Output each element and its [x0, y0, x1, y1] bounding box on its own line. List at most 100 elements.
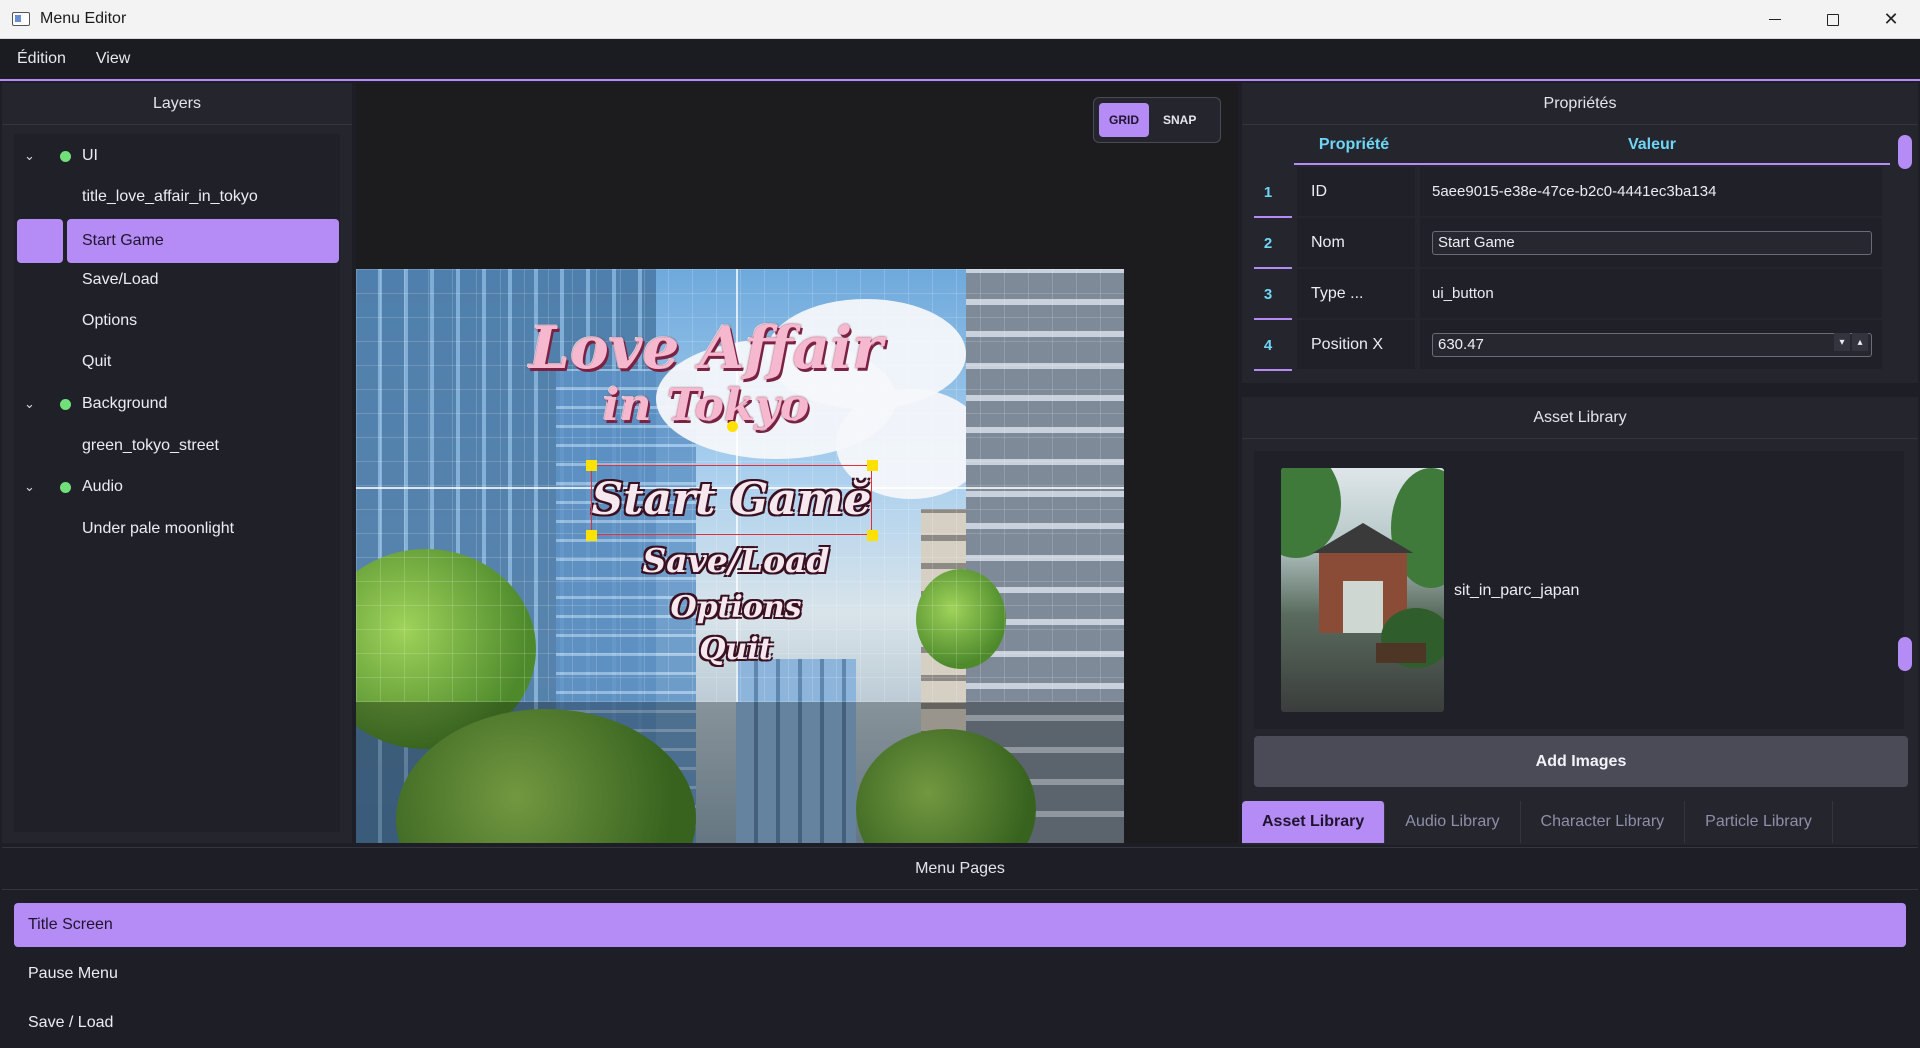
game-title-line2[interactable]: in Tokyo [556, 381, 856, 431]
asset-grid: sit_in_parc_japan [1254, 451, 1904, 729]
layer-group-background[interactable]: ⌄ Background [14, 382, 340, 426]
minimize-button[interactable] [1746, 0, 1804, 39]
column-header-property[interactable]: Propriété [1294, 126, 1414, 165]
tab-audio-library[interactable]: Audio Library [1385, 801, 1521, 843]
menu-pages-title: Menu Pages [2, 848, 1918, 890]
library-tabs: Asset Library Audio Library Character Li… [1242, 801, 1833, 843]
layer-label: UI [82, 147, 98, 164]
property-row: 2 Nom Start Game [1242, 218, 1890, 269]
game-quit-button[interactable]: Quit [586, 631, 886, 669]
layer-selection-marker [17, 219, 63, 263]
asset-scrollbar[interactable] [1898, 637, 1912, 671]
maximize-icon [1827, 13, 1839, 26]
menu-page-item[interactable]: Save / Load [14, 1001, 1906, 1045]
visibility-dot-icon[interactable] [60, 150, 71, 162]
window-titlebar: Menu Editor ✕ [0, 0, 1920, 39]
column-header-value[interactable]: Valeur [1414, 126, 1890, 165]
layer-group-audio[interactable]: ⌄ Audio [14, 465, 340, 509]
layer-label: green_tokyo_street [82, 437, 219, 454]
property-key: Type ... [1297, 269, 1415, 318]
property-key: ID [1297, 167, 1415, 216]
menu-edition[interactable]: Édition [17, 50, 66, 68]
layer-label: Audio [82, 478, 123, 495]
layers-title: Layers [2, 83, 352, 125]
layers-panel: Layers ⌄ UI title_love_affair_in_tokyo S… [2, 83, 352, 843]
menubar: Édition View [0, 39, 1920, 81]
game-title-line1[interactable]: Love Affair [516, 317, 896, 379]
minimize-icon [1769, 18, 1781, 21]
resize-handle-top-right[interactable] [867, 460, 878, 471]
chevron-down-icon[interactable]: ⌄ [24, 396, 35, 412]
layer-label: Under pale moonlight [82, 520, 235, 537]
asset-name: sit_in_parc_japan [1454, 582, 1580, 599]
property-value-text: ui_button [1432, 285, 1494, 302]
asset-thumbnail[interactable] [1281, 468, 1444, 712]
layer-label: Save/Load [82, 271, 159, 288]
resize-handle-top-left[interactable] [586, 460, 597, 471]
spinbox-buttons: ▾ ▴ [1834, 333, 1868, 351]
maximize-button[interactable] [1804, 0, 1862, 39]
layer-item[interactable]: Options [14, 299, 340, 343]
property-value[interactable]: 5aee9015-e38e-47ce-b2c0-4441ec3ba134 [1420, 167, 1882, 216]
row-number: 2 [1242, 218, 1294, 269]
property-value: Start Game [1420, 218, 1882, 267]
layer-item[interactable]: Quit [14, 340, 340, 384]
layer-tree: ⌄ UI title_love_affair_in_tokyo Start Ga… [14, 134, 340, 832]
menu-page-item[interactable]: Pause Menu [14, 952, 1906, 996]
layer-label: Options [82, 312, 138, 329]
spin-down-icon[interactable]: ▾ [1834, 333, 1850, 351]
layer-item[interactable]: Save/Load [14, 258, 340, 302]
window-controls: ✕ [1746, 0, 1920, 39]
layer-item[interactable]: green_tokyo_street [14, 424, 340, 468]
layer-item[interactable]: Under pale moonlight [14, 507, 340, 551]
resize-handle-bottom-right[interactable] [867, 530, 878, 541]
window-title: Menu Editor [40, 10, 127, 27]
property-value: 630.47 ▾ ▴ [1420, 320, 1882, 369]
game-preview[interactable]: Love Affair in Tokyo Start Gamĕ Save/Loa… [356, 269, 1124, 843]
visibility-dot-icon[interactable] [60, 398, 71, 410]
layer-group-ui[interactable]: ⌄ UI [14, 134, 340, 178]
tab-asset-library[interactable]: Asset Library [1242, 801, 1386, 843]
name-field[interactable]: Start Game [1432, 230, 1872, 255]
spin-up-icon[interactable]: ▴ [1852, 333, 1868, 351]
resize-handle-bottom-left[interactable] [586, 530, 597, 541]
editor-canvas[interactable]: GRID SNAP Love Affair in Tokyo Start Gam… [356, 83, 1238, 843]
property-value-text: 5aee9015-e38e-47ce-b2c0-4441ec3ba134 [1432, 183, 1717, 200]
property-row: 1 ID 5aee9015-e38e-47ce-b2c0-4441ec3ba13… [1242, 167, 1890, 218]
menu-pages-panel: Menu Pages Title Screen Pause Menu Save … [2, 847, 1918, 1048]
snap-toggle-button[interactable]: SNAP [1153, 103, 1206, 137]
thumbnail-bench [1376, 643, 1426, 663]
app-icon [12, 12, 30, 26]
menu-view[interactable]: View [96, 50, 130, 68]
layer-item[interactable]: title_love_affair_in_tokyo [14, 175, 340, 219]
property-value[interactable]: ui_button [1420, 269, 1882, 318]
layer-item-selected[interactable]: Start Game [14, 219, 340, 263]
game-options-button[interactable]: Options [586, 589, 886, 627]
asset-library-title: Asset Library [1242, 397, 1918, 439]
rotate-handle[interactable] [727, 421, 738, 432]
layer-label: Quit [82, 353, 112, 370]
grid-toggle-button[interactable]: GRID [1099, 103, 1149, 137]
row-number: 3 [1242, 269, 1294, 320]
tab-particle-library[interactable]: Particle Library [1685, 801, 1833, 843]
chevron-down-icon[interactable]: ⌄ [24, 479, 35, 495]
property-row: 3 Type ... ui_button [1242, 269, 1890, 320]
position-x-spinbox[interactable]: 630.47 [1432, 332, 1872, 357]
close-icon: ✕ [1883, 9, 1899, 29]
add-images-button[interactable]: Add Images [1254, 736, 1908, 787]
property-key: Nom [1297, 218, 1415, 267]
grid-snap-toggle: GRID SNAP [1093, 97, 1221, 143]
properties-scrollbar[interactable] [1898, 135, 1912, 169]
menu-page-item-selected[interactable]: Title Screen [14, 903, 1906, 947]
chevron-down-icon[interactable]: ⌄ [24, 148, 35, 164]
properties-title: Propriétés [1242, 83, 1918, 125]
visibility-dot-icon[interactable] [60, 481, 71, 493]
properties-panel: Propriétés Propriété Valeur 1 ID 5aee901… [1242, 83, 1918, 383]
asset-library-panel: Asset Library sit_in_parc_japan Add Imag… [1242, 397, 1918, 845]
row-number: 1 [1242, 167, 1294, 218]
close-button[interactable]: ✕ [1862, 0, 1920, 39]
tab-character-library[interactable]: Character Library [1521, 801, 1686, 843]
layer-label: Start Game [82, 232, 164, 249]
selection-rectangle [591, 465, 872, 535]
game-saveload-button[interactable]: Save/Load [586, 541, 886, 581]
